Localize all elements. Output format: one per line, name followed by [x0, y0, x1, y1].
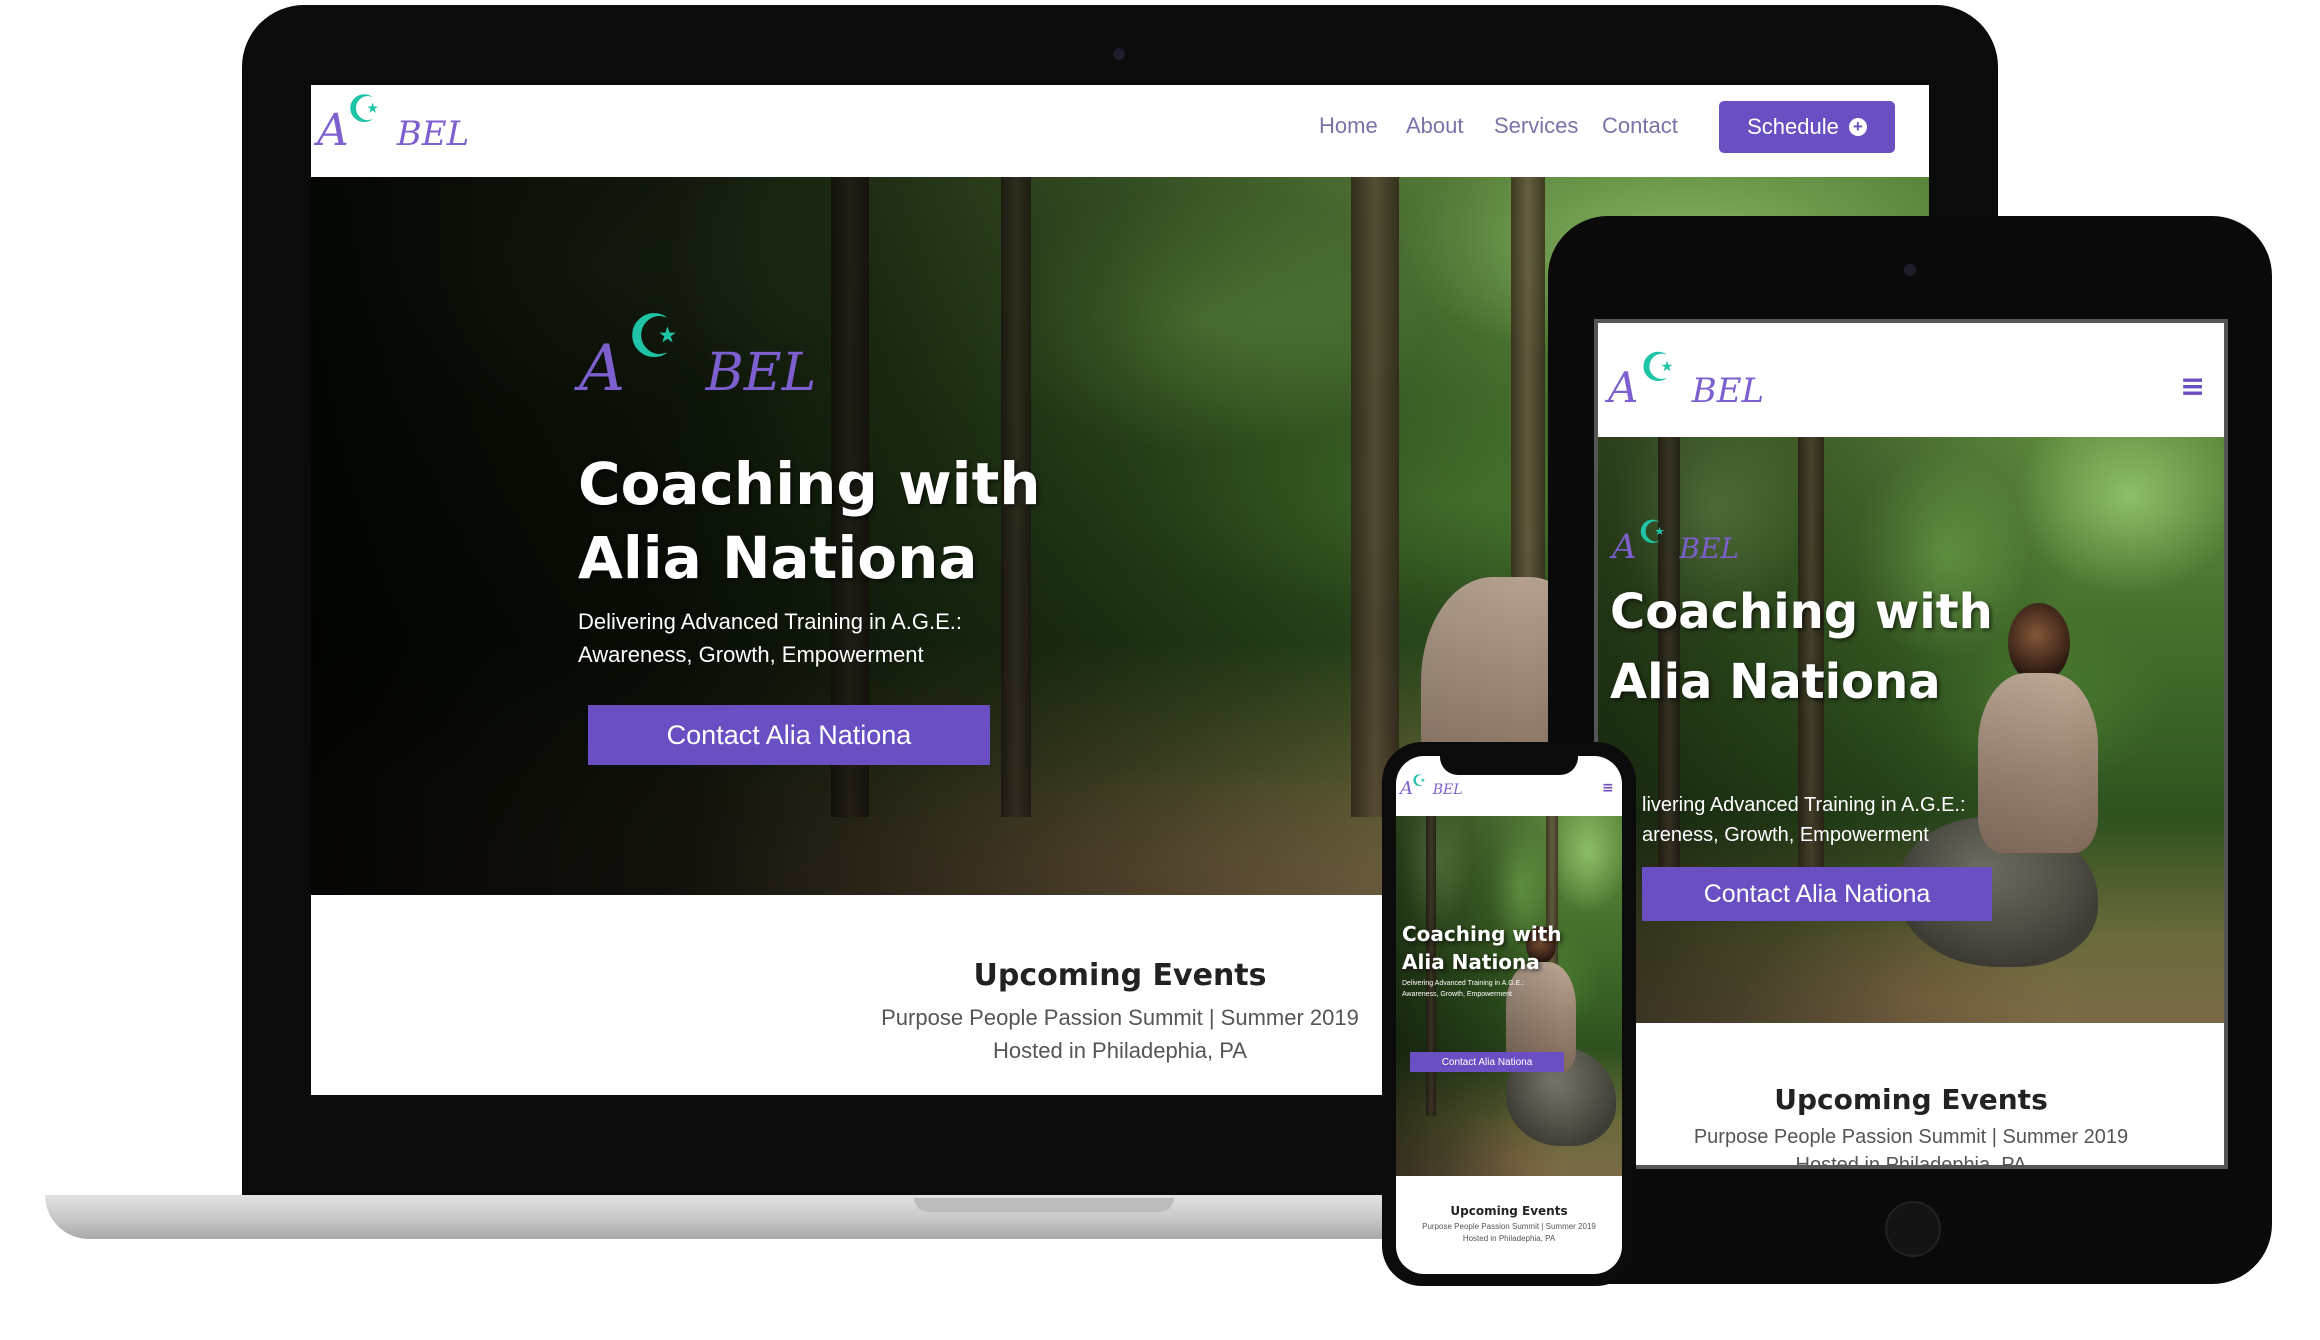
phone-notch — [1440, 745, 1578, 775]
laptop-base — [45, 1195, 1555, 1239]
logo-letter-a: A — [317, 105, 349, 156]
tablet-home-button — [1885, 1201, 1941, 1257]
events-line1: Purpose People Passion Summit | Summer 2… — [1422, 1222, 1596, 1231]
nav-about[interactable]: About — [1406, 113, 1464, 139]
nav-services[interactable]: Services — [1494, 113, 1578, 139]
events-line1: Purpose People Passion Summit | Summer 2… — [1693, 1126, 2129, 1148]
laptop-notch — [914, 1198, 1174, 1212]
logo[interactable]: A ☪ BEL — [317, 87, 469, 175]
hero-title-line1: Coaching with — [1402, 922, 1562, 946]
hero-title: Coaching with Alia Nationa — [1610, 577, 1993, 717]
contact-button[interactable]: Contact Alia Nationa — [1642, 867, 1992, 921]
logo-letter-a: A — [579, 332, 626, 406]
events-line2: Hosted in Philadephia, PA — [1795, 1154, 2027, 1169]
events-title: Upcoming Events — [1450, 1204, 1568, 1218]
hero-subtitle: Delivering Advanced Training in A.G.E.: … — [1402, 978, 1524, 1000]
crescent-star-icon: ☪ — [627, 302, 681, 372]
logo-letters-bel: BEL — [1691, 371, 1765, 411]
nav-contact[interactable]: Contact — [1602, 113, 1678, 139]
events-line2: Hosted in Philadephia, PA — [993, 1038, 1247, 1063]
hero-section: A ☪ BEL Coaching with Alia Nationa liver… — [1598, 437, 2224, 1023]
hero-subtitle-line1: livering Advanced Training in A.G.E.: — [1642, 794, 1966, 816]
events-line1: Purpose People Passion Summit | Summer 2… — [881, 1005, 1359, 1030]
hamburger-icon[interactable]: ≡ — [2180, 369, 2205, 404]
contact-button[interactable]: Contact Alia Nationa — [588, 705, 990, 765]
logo-letters-bel: BEL — [396, 114, 470, 154]
laptop-camera — [1113, 48, 1125, 60]
events-title: Upcoming Events — [973, 958, 1267, 993]
schedule-button[interactable]: Schedule + — [1719, 101, 1895, 153]
crescent-star-icon: ☪ — [1640, 345, 1676, 391]
hero-subtitle: livering Advanced Training in A.G.E.: ar… — [1642, 790, 1966, 850]
hero-overlay — [1598, 437, 2224, 1023]
hero-title-line2: Alia Nationa — [578, 524, 978, 592]
hero-section: Coaching with Alia Nationa Delivering Ad… — [1396, 816, 1622, 1176]
tablet-screen: A ☪ BEL ≡ A ☪ BEL Coaching with Alia Nat… — [1594, 319, 2228, 1169]
tablet-camera — [1904, 264, 1916, 276]
nav-home[interactable]: Home — [1319, 113, 1378, 139]
logo[interactable]: A ☪ BEL — [1608, 345, 1808, 433]
logo-letters-bel: BEL — [705, 343, 817, 403]
hero-title-line1: Coaching with — [578, 450, 1041, 518]
logo-letter-a: A — [1608, 363, 1639, 412]
events-line2: Hosted in Philadephia, PA — [1462, 1234, 1556, 1243]
phone-screen: A ☪ BEL ≡ Coaching with Alia Nationa Del… — [1396, 756, 1622, 1274]
logo-letters-bel: BEL — [1679, 532, 1739, 565]
logo[interactable]: A ☪ BEL — [1400, 771, 1480, 808]
hero-title: Coaching with Alia Nationa — [1402, 920, 1562, 976]
logo-letters-bel: BEL — [1432, 782, 1463, 798]
hero-title-line2: Alia Nationa — [1402, 950, 1540, 974]
crescent-star-icon: ☪ — [1638, 513, 1667, 551]
hero-subtitle: Delivering Advanced Training in A.G.E.: … — [578, 605, 962, 671]
hero-subtitle-line1: Delivering Advanced Training in A.G.E.: — [578, 609, 962, 634]
navbar: A ☪ BEL Home About Services Contact Sche… — [311, 85, 1929, 177]
logo-letter-a: A — [1612, 527, 1637, 567]
schedule-label: Schedule — [1747, 114, 1839, 139]
hero-subtitle-line2: areness, Growth, Empowerment — [1642, 824, 1929, 846]
hero-subtitle-line2: Awareness, Growth, Empowerment — [1402, 991, 1512, 998]
crescent-star-icon: ☪ — [1412, 771, 1427, 790]
contact-button[interactable]: Contact Alia Nationa — [1410, 1052, 1564, 1072]
hamburger-icon[interactable]: ≡ — [1602, 780, 1614, 796]
plus-circle-icon: + — [1848, 118, 1867, 136]
hero-logo: A ☪ BEL — [579, 302, 839, 442]
hero-title: Coaching with Alia Nationa — [578, 447, 1041, 595]
hero-subtitle-line2: Awareness, Growth, Empowerment — [578, 642, 924, 667]
hero-subtitle-line1: Delivering Advanced Training in A.G.E.: — [1402, 980, 1525, 987]
hero-title-line2: Alia Nationa — [1610, 654, 1941, 710]
hero-title-line1: Coaching with — [1610, 584, 1993, 640]
crescent-star-icon: ☪ — [347, 87, 382, 131]
events-title: Upcoming Events — [1774, 1083, 2048, 1116]
